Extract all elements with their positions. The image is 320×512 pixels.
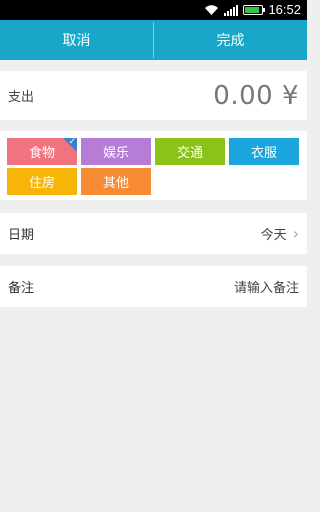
- note-label: 备注: [8, 281, 35, 296]
- wifi-icon: [204, 1, 219, 20]
- amount-label: 支出: [8, 90, 35, 105]
- battery-level: [245, 7, 260, 13]
- note-input[interactable]: 请输入备注: [234, 277, 299, 296]
- date-label: 日期: [8, 228, 35, 243]
- category-button[interactable]: 娱乐: [81, 138, 151, 165]
- category-grid: 食物 ✓ 娱乐 交通 衣服住房 其他: [0, 131, 307, 200]
- category-button[interactable]: 衣服: [229, 138, 299, 165]
- date-value-group: 今天 ›: [261, 224, 299, 243]
- status-time: 16:52: [268, 2, 301, 17]
- note-row[interactable]: 备注 请输入备注: [0, 266, 307, 307]
- amount-row[interactable]: 支出 0.00 ¥: [0, 71, 307, 120]
- cancel-button[interactable]: 取消: [0, 20, 153, 60]
- chevron-right-icon: ›: [292, 223, 299, 243]
- battery-icon: [243, 5, 266, 15]
- category-button[interactable]: 住房: [7, 168, 77, 195]
- done-button[interactable]: 完成: [154, 20, 307, 60]
- status-icons: 16:52: [204, 2, 301, 18]
- date-value: 今天: [260, 228, 287, 243]
- category-button[interactable]: 交通: [155, 138, 225, 165]
- date-row[interactable]: 日期 今天 ›: [0, 213, 307, 254]
- category-button[interactable]: 食物 ✓: [7, 137, 77, 165]
- check-icon: ✓: [68, 137, 76, 147]
- status-bar: 16:52: [0, 0, 307, 20]
- amount-value[interactable]: 0.00 ¥: [213, 81, 299, 111]
- screen: 16:52 取消 完成 支出 0.00 ¥ 食物 ✓ 娱乐 交通 衣服住房 其他 日期 今…: [0, 0, 307, 512]
- action-bar: 取消 完成: [0, 20, 307, 60]
- signal-icon: [224, 1, 239, 20]
- category-button[interactable]: 其他: [81, 168, 151, 195]
